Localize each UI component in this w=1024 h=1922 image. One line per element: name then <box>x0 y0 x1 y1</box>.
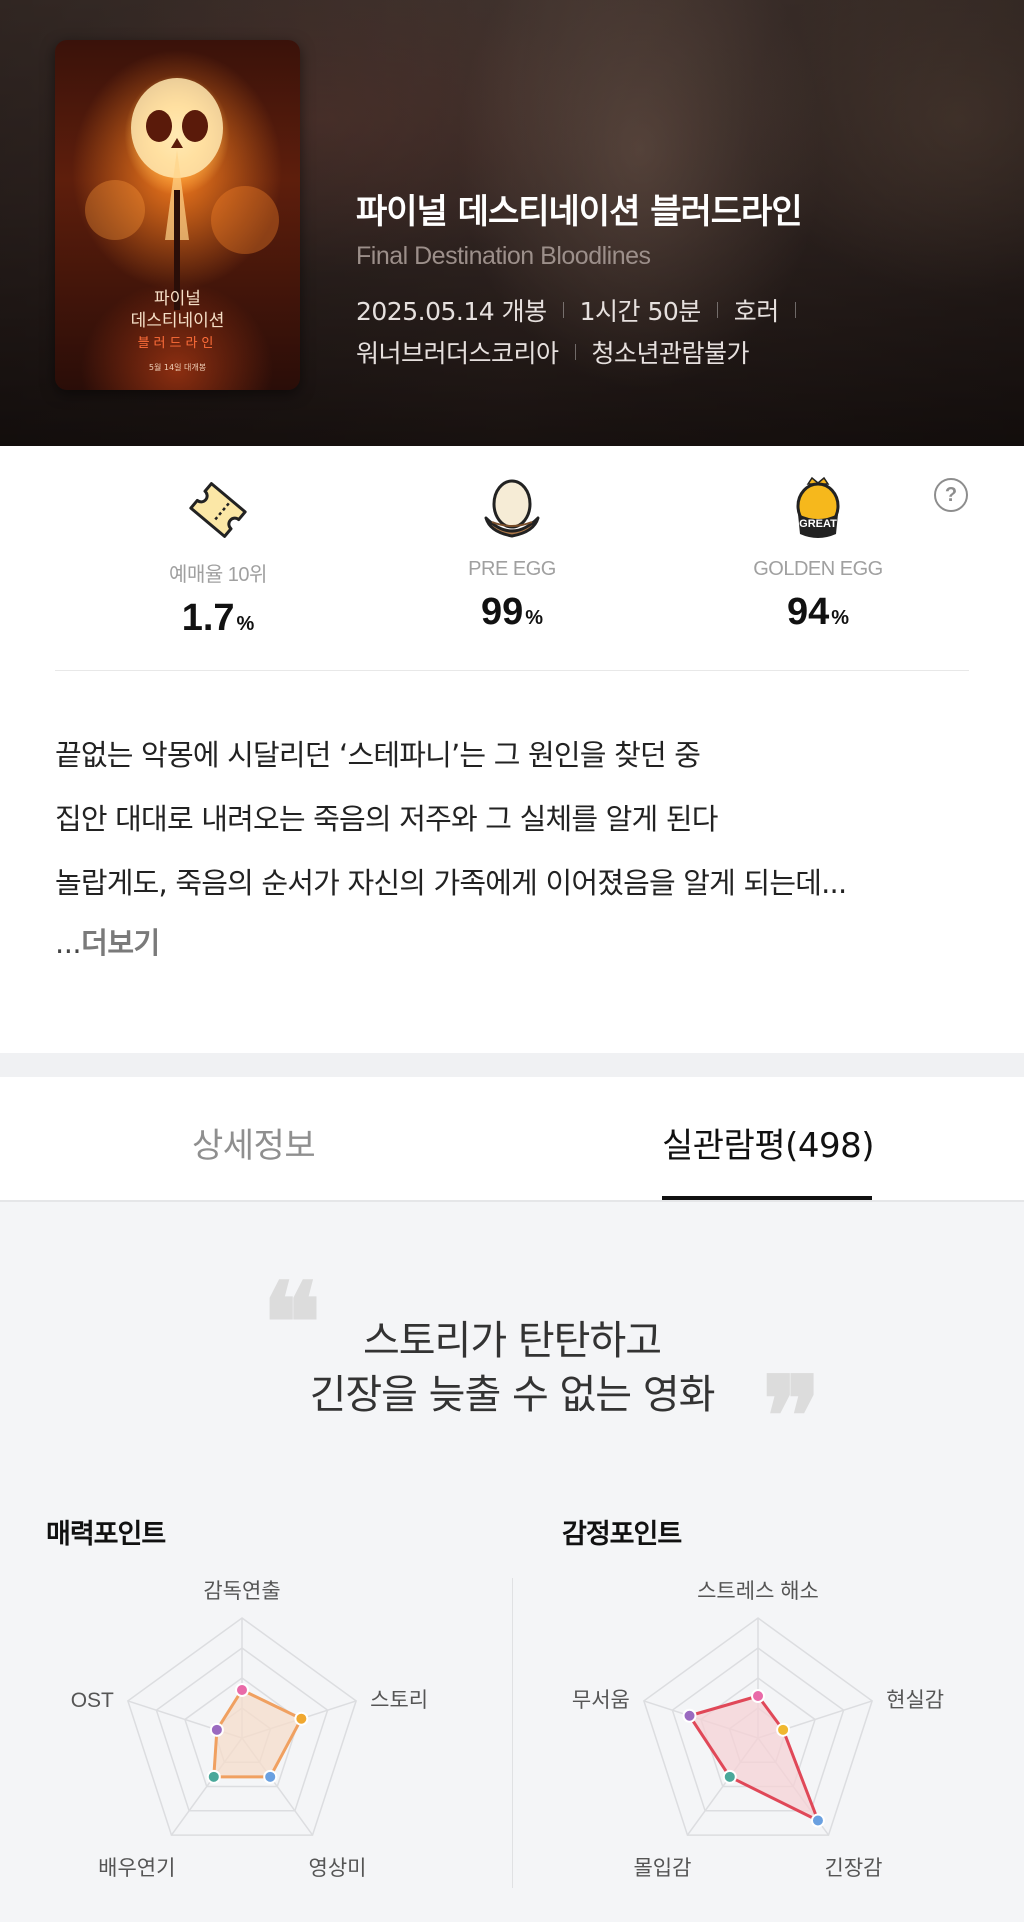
golden-egg-great-icon: GREAT <box>796 476 840 538</box>
great-badge-text: GREAT <box>799 518 837 530</box>
emotion-points-title: 감정포인트 <box>562 1519 682 1550</box>
radar-axis-label: 스트레스 해소 <box>697 1580 819 1603</box>
booking-rank-label: 예매율 10위 <box>169 564 267 586</box>
radar-axis-label: 현실감 <box>886 1689 944 1712</box>
tab-reviews[interactable]: 실관람평(498) <box>662 1118 875 1167</box>
charm-points-title: 매력포인트 <box>46 1519 166 1550</box>
tab-detail-info[interactable]: 상세정보 <box>192 1118 316 1167</box>
section-separator <box>0 1053 1024 1077</box>
radar-data-point <box>235 1683 249 1697</box>
pre-egg-value: 99% <box>412 591 612 634</box>
golden-egg-label: GOLDEN EGG <box>753 558 883 580</box>
synopsis-line: 집안 대대로 내려오는 죽음의 저주와 그 실체를 알게 된다 <box>55 802 718 836</box>
ticket-icon <box>189 482 247 538</box>
movie-meta-row: 워너브러더스코리아 청소년관람불가 <box>356 334 750 370</box>
poster-title-line: 데스티네이션 <box>130 311 225 331</box>
percent-unit: % <box>525 607 544 629</box>
more-ellipsis: ... <box>55 926 82 960</box>
radar-axis-label: 감독연출 <box>203 1580 280 1603</box>
golden-egg-value: 94% <box>718 591 918 634</box>
booking-rate-stat: 예매율 10위 1.7% <box>118 474 318 640</box>
percent-unit: % <box>236 613 255 635</box>
poster-title-line: 파이널 <box>154 289 201 309</box>
radar-data-point <box>751 1689 765 1703</box>
movie-original-title: Final Destination Bloodlines <box>356 242 651 270</box>
radar-data-point <box>682 1708 697 1723</box>
radar-data-area <box>212 1688 303 1779</box>
poster-subtitle-text: 블러드라인 <box>137 336 218 351</box>
pre-egg-number: 99 <box>480 591 524 633</box>
percent-unit: % <box>831 607 850 629</box>
poster-title-text: 파이널 데스티네이션 <box>55 288 300 332</box>
chart-divider <box>512 1578 513 1888</box>
synopsis-more-button[interactable]: ...더보기 <box>55 920 160 962</box>
radar-axis-label: 스토리 <box>370 1689 428 1712</box>
booking-rate-value: 1.7% <box>118 597 318 640</box>
release-date: 2025.05.14 개봉 <box>356 297 547 326</box>
distributor: 워너브러더스코리아 <box>356 339 559 368</box>
radar-axis-label: 긴장감 <box>825 1857 883 1880</box>
radar-data-point <box>722 1769 737 1784</box>
meta-separator <box>574 344 576 360</box>
review-headline: 스토리가 탄탄하고 <box>362 1318 662 1364</box>
radar-axis-label: 영상미 <box>309 1857 367 1880</box>
synopsis-line: 끝없는 악몽에 시달리던 ‘스테파니’는 그 원인을 찾던 중 <box>55 738 701 772</box>
meta-separator <box>562 302 564 318</box>
movie-poster[interactable]: 파이널 데스티네이션 블러드라인 5월 14일 대개봉 <box>55 40 300 390</box>
radar-data-point <box>263 1769 278 1784</box>
radar-axis-label: OST <box>71 1689 114 1712</box>
radar-data-point <box>810 1813 825 1828</box>
runtime: 1시간 50분 <box>579 297 702 326</box>
help-question-icon[interactable]: ? <box>934 478 968 512</box>
golden-egg-stat: GREAT GOLDEN EGG 94% <box>718 474 918 634</box>
emotion-points-radar-chart: 스트레스 해소현실감긴장감 몰입감 무서움 <box>572 1580 944 1880</box>
movie-hero: 파이널 데스티네이션 블러드라인 5월 14일 대개봉 파이널 데스티네이션 블… <box>0 0 1024 446</box>
more-label[interactable]: 더보기 <box>81 926 160 960</box>
close-quote-icon: ❞ <box>762 1352 822 1481</box>
radar-data-point <box>206 1769 221 1784</box>
pre-egg-stat: PRE EGG 99% <box>412 474 612 634</box>
radar-data-area <box>688 1694 820 1823</box>
poster-date-text: 5월 14일 대개봉 <box>148 363 207 372</box>
radar-data-point <box>294 1711 309 1726</box>
egg-nest-icon <box>484 479 540 538</box>
review-headline: 긴장을 늦출 수 없는 영화 <box>309 1372 716 1418</box>
genre: 호러 <box>733 297 780 326</box>
movie-title: 파이널 데스티네이션 블러드라인 <box>356 192 803 232</box>
booking-rate-number: 1.7 <box>181 597 235 639</box>
charm-points-radar-chart: 감독연출스토리영상미 배우연기 OST <box>71 1580 428 1880</box>
radar-axis-label: 무서움 <box>572 1689 630 1712</box>
age-rating: 청소년관람불가 <box>591 339 750 368</box>
radar-axis-label: 몰입감 <box>633 1857 691 1880</box>
pre-egg-label: PRE EGG <box>468 558 556 580</box>
golden-egg-number: 94 <box>786 591 830 633</box>
divider <box>55 670 969 671</box>
radar-axis-label: 배우연기 <box>98 1857 175 1880</box>
meta-separator <box>716 302 718 318</box>
synopsis-line: 놀랍게도, 죽음의 순서가 자신의 가족에게 이어졌음을 알게 되는데... <box>55 866 847 900</box>
radar-data-point <box>776 1722 791 1737</box>
meta-separator <box>794 302 796 318</box>
radar-data-point <box>209 1722 224 1737</box>
movie-meta-row: 2025.05.14 개봉 1시간 50분 호러 <box>356 292 812 328</box>
